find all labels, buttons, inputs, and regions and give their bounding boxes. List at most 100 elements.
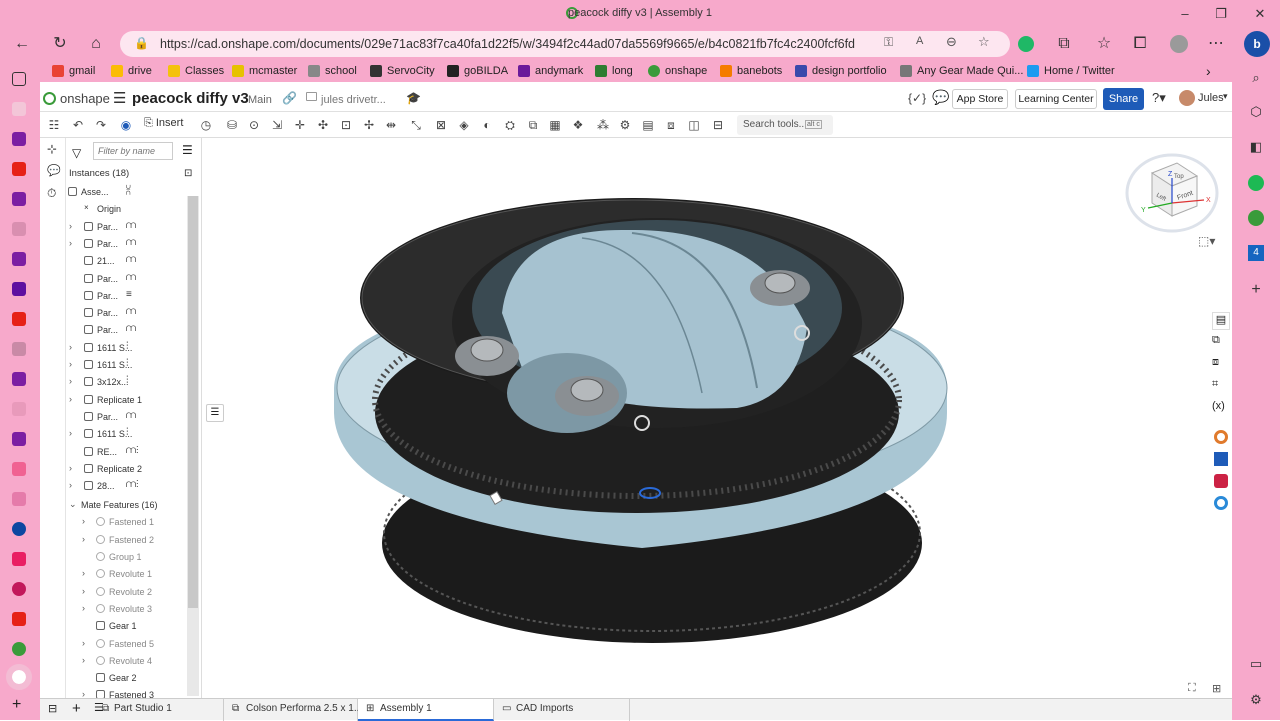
tab-icon[interactable] xyxy=(12,522,26,536)
expand-chevron-icon[interactable]: › xyxy=(69,359,72,369)
mate-feature-row[interactable]: › Revolute 1 xyxy=(66,566,186,583)
rack-pinion-icon[interactable]: ⛭ xyxy=(502,117,518,133)
planar-mate-icon[interactable]: ⊡ xyxy=(338,117,354,133)
table-icon[interactable]: ▤ xyxy=(640,117,656,133)
tree-instance-row[interactable]: RE... ⩋⫶ xyxy=(66,444,186,461)
learning-center-button[interactable]: Learning Center xyxy=(1015,89,1097,109)
expand-chevron-icon[interactable]: › xyxy=(82,568,85,578)
search-tools-input[interactable]: Search tools... alt c xyxy=(737,115,833,135)
list-view-icon[interactable]: ☰ xyxy=(182,143,193,157)
bookmark-mcmaster[interactable]: mcmaster xyxy=(232,63,297,79)
bookmark-school[interactable]: school xyxy=(308,63,357,79)
tree-instance-row[interactable]: › Replicate 1 xyxy=(66,392,186,409)
add-sidebar-icon[interactable]: + xyxy=(1248,282,1264,298)
bolt-3[interactable] xyxy=(750,270,810,306)
bookmark-classes[interactable]: Classes xyxy=(168,63,224,79)
configurations-panel-icon[interactable]: ⧈ xyxy=(1212,356,1219,369)
app-icon[interactable] xyxy=(1214,496,1228,510)
settings-icon[interactable]: ⚙ xyxy=(1248,692,1264,708)
profile-avatar[interactable] xyxy=(1170,35,1188,53)
bookmark-gobilda[interactable]: goBILDA xyxy=(447,63,508,79)
tab-onshape-active-icon[interactable] xyxy=(6,664,32,690)
close-icon[interactable]: ✕ xyxy=(1245,4,1275,24)
mate-feature-row[interactable]: › Fastened 5 xyxy=(66,636,186,653)
spotify-icon[interactable] xyxy=(1248,175,1264,191)
tab-youtube-icon[interactable] xyxy=(12,312,26,326)
home-icon[interactable]: ⌂ xyxy=(84,34,108,54)
simulation-icon[interactable]: ◫ xyxy=(686,117,702,133)
read-aloud-icon[interactable]: A xyxy=(916,35,923,47)
help-icon[interactable]: ?▾ xyxy=(1152,90,1166,106)
mate-feature-row[interactable]: › Revolute 2 xyxy=(66,584,186,601)
tab-yahoo-icon[interactable] xyxy=(12,252,26,266)
branch-label[interactable]: Main xyxy=(248,94,272,106)
bolt-1[interactable] xyxy=(455,336,519,376)
grammarly-icon[interactable] xyxy=(1018,36,1034,52)
expand-chevron-icon[interactable]: › xyxy=(69,221,72,231)
more-icon[interactable]: ⋯ xyxy=(1204,34,1228,54)
feature-list-icon[interactable]: ☷ xyxy=(46,117,62,133)
mate-connector-rail-icon[interactable]: ⊹ xyxy=(47,142,57,156)
folder-label[interactable]: jules drivetr... xyxy=(321,94,386,106)
tree-instance-row[interactable]: › 1611 S... ⫶ xyxy=(66,357,186,374)
menu-icon[interactable]: ☰ xyxy=(113,89,126,107)
minimize-icon[interactable]: – xyxy=(1170,4,1200,24)
new-tab-icon[interactable]: + xyxy=(12,696,21,714)
mate-feature-row[interactable]: › Revolute 3 xyxy=(66,601,186,618)
tree-instance-row[interactable]: 21... ⩋ xyxy=(66,253,186,270)
comments-icon[interactable]: 💬 xyxy=(47,164,61,177)
bookmark-onshape[interactable]: onshape xyxy=(648,63,707,79)
mate-feature-row[interactable]: Gear 1 xyxy=(66,618,186,635)
bookmark-long[interactable]: long xyxy=(595,63,633,79)
filter-icon[interactable]: ▽ xyxy=(72,146,81,160)
tree-instance-row[interactable]: × Origin xyxy=(66,201,186,218)
tree-instance-row[interactable]: › 1611 S... ⫶ xyxy=(66,340,186,357)
bing-copilot-icon[interactable]: b xyxy=(1244,31,1270,57)
tab-icon[interactable] xyxy=(12,342,26,356)
display-options-icon[interactable]: ⊞ xyxy=(1212,682,1221,695)
tree-instance-row[interactable]: Par... ⩋ xyxy=(66,409,186,426)
back-icon[interactable]: ← xyxy=(10,34,34,54)
tab-yahoo-icon[interactable] xyxy=(12,372,26,386)
notifications-icon[interactable]: 💬 xyxy=(932,89,949,106)
parallel-mate-icon[interactable]: ✢ xyxy=(361,117,377,133)
tab-colson-performa[interactable]: ⧉ Colson Performa 2.5 x 1... xyxy=(224,699,362,721)
tab-yahoo-icon[interactable] xyxy=(12,282,26,296)
screw-relation-icon[interactable]: ⧉ xyxy=(525,117,541,133)
add-tab-icon[interactable]: + xyxy=(72,700,81,717)
tab-yahoo-icon[interactable] xyxy=(12,132,26,146)
bookmark-twitter[interactable]: Home / Twitter xyxy=(1027,63,1115,79)
app-icon[interactable] xyxy=(1214,430,1228,444)
section-view-icon[interactable]: ⛶ xyxy=(1188,682,1196,695)
expand-chevron-icon[interactable]: › xyxy=(69,376,72,386)
bookmarks-more-icon[interactable]: › xyxy=(1206,63,1211,79)
tree-instance-row[interactable]: Asse... ⩈ xyxy=(66,184,186,201)
cylindrical-mate-icon[interactable]: ✛ xyxy=(292,117,308,133)
linear-relation-icon[interactable]: ▦ xyxy=(547,117,563,133)
tab-manager-icon[interactable]: ⊟ xyxy=(48,702,57,715)
user-menu-chevron-icon[interactable]: ▾ xyxy=(1223,91,1228,102)
tree-instance-row[interactable]: Par... ≡ xyxy=(66,288,186,305)
view-options-icon[interactable]: ⬚▾ xyxy=(1198,234,1215,248)
expand-chevron-icon[interactable]: › xyxy=(69,394,72,404)
revolute-mate-icon[interactable]: ⊙ xyxy=(246,117,262,133)
tree-instance-row[interactable]: Par... ⩋ xyxy=(66,305,186,322)
tree-instance-row[interactable]: › 1611 S... ⫶ xyxy=(66,426,186,443)
maximize-icon[interactable]: ❐ xyxy=(1206,4,1236,24)
tree-instance-row[interactable]: › Par... ⩋ xyxy=(66,236,186,253)
onshape-brand[interactable]: onshape xyxy=(60,91,110,106)
share-button[interactable]: Share xyxy=(1103,88,1144,110)
pin-slot-mate-icon[interactable]: ✣ xyxy=(315,117,331,133)
insert-button[interactable]: ⎘ Insert xyxy=(144,117,183,130)
tab-icon[interactable] xyxy=(12,222,26,236)
slider-mate-icon[interactable]: ⇲ xyxy=(269,117,285,133)
favorites-icon[interactable]: ☆ xyxy=(1092,34,1116,54)
expand-chevron-icon[interactable]: › xyxy=(69,342,72,352)
zoom-icon[interactable]: ⊖ xyxy=(946,34,957,50)
tab-icon[interactable] xyxy=(12,462,26,476)
expand-chevron-icon[interactable]: › xyxy=(69,428,72,438)
tree-instance-row[interactable]: › Par... ⩋ xyxy=(66,219,186,236)
tab-icon[interactable] xyxy=(12,492,26,506)
history-icon[interactable]: ⏱ xyxy=(47,186,56,201)
tab-yahoo-icon[interactable] xyxy=(12,432,26,446)
